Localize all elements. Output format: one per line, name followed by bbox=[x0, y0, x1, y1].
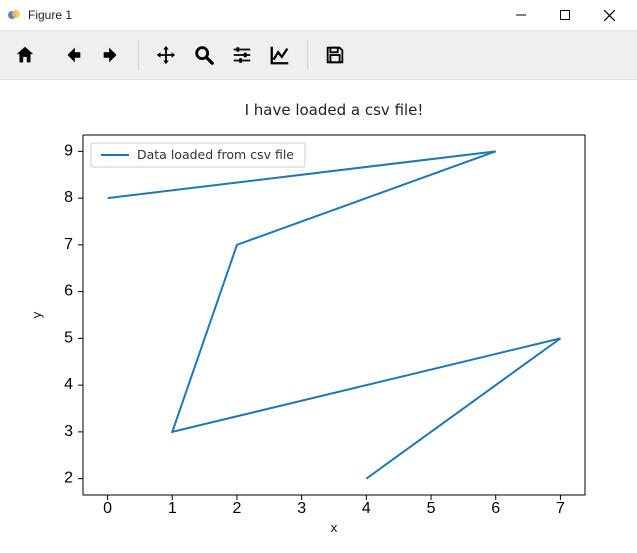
save-button[interactable] bbox=[316, 35, 354, 75]
move-icon bbox=[155, 44, 177, 66]
edit-axis-button[interactable] bbox=[261, 35, 299, 75]
x-tick-label: 4 bbox=[362, 500, 371, 517]
matplotlib-toolbar bbox=[0, 30, 637, 80]
window-titlebar: Figure 1 bbox=[0, 0, 637, 30]
minimize-button[interactable] bbox=[499, 0, 543, 30]
zoom-button[interactable] bbox=[185, 35, 223, 75]
y-tick-label: 6 bbox=[64, 283, 73, 300]
x-tick-label: 2 bbox=[233, 500, 242, 517]
figure-canvas[interactable]: I have loaded a csv file! 0 1 2 3 4 5 6 7 2 3 4 5 6 7 8… bbox=[0, 80, 637, 553]
home-button[interactable] bbox=[6, 35, 44, 75]
y-tick-label: 8 bbox=[64, 189, 73, 206]
y-tick-label: 2 bbox=[64, 470, 73, 487]
chart-svg: I have loaded a csv file! 0 1 2 3 4 5 6 7 2 3 4 5 6 7 8… bbox=[0, 80, 637, 553]
legend-label: Data loaded from csv file bbox=[137, 147, 294, 162]
forward-button[interactable] bbox=[92, 35, 130, 75]
arrow-left-icon bbox=[62, 44, 84, 66]
sliders-icon bbox=[231, 44, 253, 66]
y-tick-label: 4 bbox=[64, 376, 73, 393]
y-tick-label: 9 bbox=[64, 142, 73, 159]
app-icon bbox=[6, 7, 22, 23]
x-tick-label: 0 bbox=[103, 500, 112, 517]
maximize-button[interactable] bbox=[543, 0, 587, 30]
y-tick-label: 7 bbox=[64, 236, 73, 253]
x-tick-label: 7 bbox=[556, 500, 565, 517]
arrow-right-icon bbox=[100, 44, 122, 66]
configure-button[interactable] bbox=[223, 35, 261, 75]
toolbar-separator bbox=[307, 40, 308, 70]
x-tick-label: 6 bbox=[491, 500, 500, 517]
y-tick-label: 5 bbox=[64, 329, 73, 346]
zoom-icon bbox=[193, 44, 215, 66]
x-tick-label: 3 bbox=[297, 500, 306, 517]
window-title: Figure 1 bbox=[28, 8, 72, 22]
chart-line-icon bbox=[269, 44, 291, 66]
back-button[interactable] bbox=[54, 35, 92, 75]
close-button[interactable] bbox=[587, 0, 631, 30]
line-series bbox=[108, 151, 561, 478]
x-tick-label: 5 bbox=[427, 500, 436, 517]
chart-title: I have loaded a csv file! bbox=[245, 101, 424, 119]
y-axis-label: y bbox=[29, 311, 44, 319]
pan-button[interactable] bbox=[147, 35, 185, 75]
toolbar-separator bbox=[138, 40, 139, 70]
axes-frame bbox=[83, 135, 585, 495]
save-icon bbox=[324, 44, 346, 66]
home-icon bbox=[14, 44, 36, 66]
y-tick-label: 3 bbox=[64, 423, 73, 440]
x-axis-label: x bbox=[330, 520, 337, 535]
x-tick-label: 1 bbox=[168, 500, 177, 517]
